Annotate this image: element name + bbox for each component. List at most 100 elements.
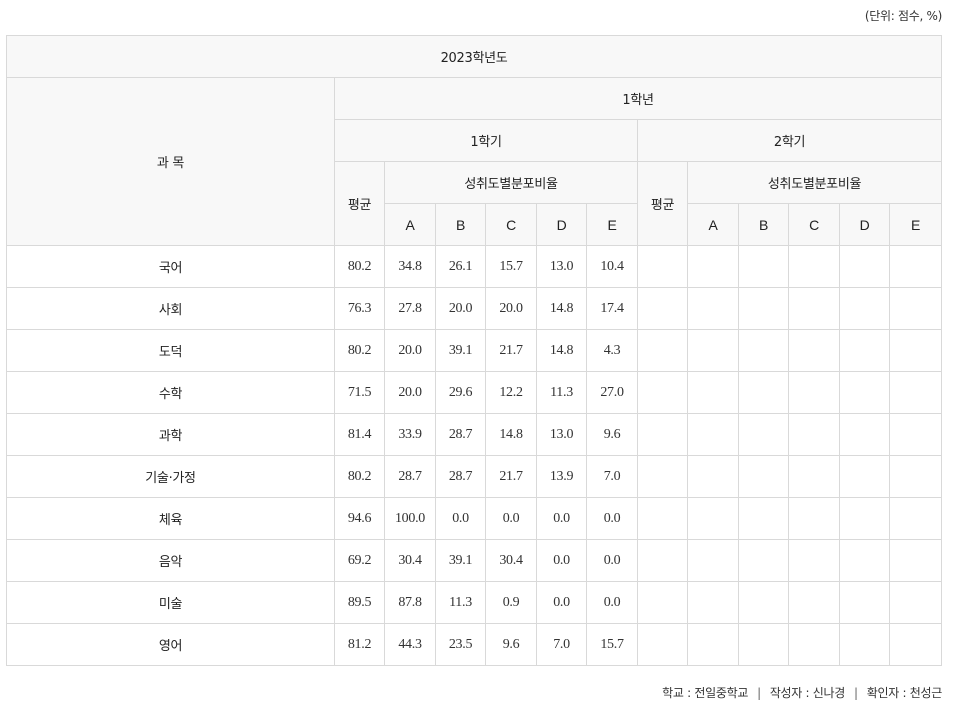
- e-cell: 10.4: [586, 245, 638, 288]
- empty-cell: [687, 245, 739, 288]
- empty-cell: [839, 623, 890, 666]
- empty-cell: [839, 539, 890, 582]
- empty-cell: [788, 539, 840, 582]
- empty-cell: [788, 245, 840, 288]
- table-row: 과학 81.4 33.9 28.7 14.8 13.0 9.6: [6, 413, 943, 456]
- document-footer: 학교 : 전일중학교 | 작성자 : 신나경 | 확인자 : 천성근: [662, 684, 942, 701]
- s1-letter-d: D: [536, 203, 587, 246]
- c-cell: 12.2: [485, 371, 537, 414]
- s2-letter-a: A: [687, 203, 739, 246]
- c-cell: 15.7: [485, 245, 537, 288]
- b-cell: 28.7: [435, 455, 486, 498]
- d-cell: 14.8: [536, 287, 587, 330]
- b-cell: 28.7: [435, 413, 486, 456]
- d-cell: 11.3: [536, 371, 587, 414]
- empty-cell: [888, 371, 943, 414]
- empty-cell: [687, 413, 739, 456]
- a-cell: 87.8: [384, 581, 436, 624]
- empty-cell: [788, 329, 840, 372]
- empty-cell: [788, 497, 840, 540]
- semester2-header: 2학기: [636, 119, 943, 162]
- avg-cell: 71.5: [334, 371, 385, 414]
- avg-cell: 80.2: [334, 329, 385, 372]
- a-cell: 30.4: [384, 539, 436, 582]
- c-cell: 0.9: [485, 581, 537, 624]
- e-cell: 0.0: [586, 539, 638, 582]
- achievement-table: 2023학년도 과 목 1학년 1학기 2학기 평균 성취도별분포비율 평균 성…: [5, 35, 943, 666]
- semester1-average-header: 평균: [334, 161, 385, 246]
- empty-cell: [687, 329, 739, 372]
- s2-letter-e: E: [888, 203, 943, 246]
- s1-letter-c: C: [485, 203, 537, 246]
- subject-cell: 음악: [6, 539, 335, 582]
- empty-cell: [788, 455, 840, 498]
- empty-cell: [637, 371, 688, 414]
- c-cell: 0.0: [485, 497, 537, 540]
- avg-cell: 94.6: [334, 497, 385, 540]
- empty-cell: [738, 245, 789, 288]
- empty-cell: [738, 329, 789, 372]
- table-row: 사회 76.3 27.8 20.0 20.0 14.8 17.4: [6, 287, 943, 330]
- empty-cell: [637, 455, 688, 498]
- c-cell: 30.4: [485, 539, 537, 582]
- subject-cell: 사회: [6, 287, 335, 330]
- b-cell: 23.5: [435, 623, 486, 666]
- empty-cell: [888, 329, 943, 372]
- semester1-distribution-header: 성취도별분포비율: [384, 161, 638, 204]
- table-row: 수학 71.5 20.0 29.6 12.2 11.3 27.0: [6, 371, 943, 414]
- s1-letter-e: E: [586, 203, 638, 246]
- footer-separator: |: [757, 686, 761, 700]
- avg-cell: 89.5: [334, 581, 385, 624]
- semester2-average-header: 평균: [637, 161, 688, 246]
- empty-cell: [839, 287, 890, 330]
- empty-cell: [637, 623, 688, 666]
- d-cell: 7.0: [536, 623, 587, 666]
- empty-cell: [738, 413, 789, 456]
- empty-cell: [738, 497, 789, 540]
- d-cell: 13.0: [536, 413, 587, 456]
- empty-cell: [788, 623, 840, 666]
- empty-cell: [687, 287, 739, 330]
- a-cell: 20.0: [384, 329, 436, 372]
- empty-cell: [839, 413, 890, 456]
- d-cell: 0.0: [536, 539, 587, 582]
- empty-cell: [738, 539, 789, 582]
- empty-cell: [839, 581, 890, 624]
- subject-cell: 수학: [6, 371, 335, 414]
- e-cell: 9.6: [586, 413, 638, 456]
- empty-cell: [637, 497, 688, 540]
- empty-cell: [687, 581, 739, 624]
- empty-cell: [888, 287, 943, 330]
- empty-cell: [839, 497, 890, 540]
- a-cell: 20.0: [384, 371, 436, 414]
- a-cell: 33.9: [384, 413, 436, 456]
- c-cell: 21.7: [485, 329, 537, 372]
- a-cell: 27.8: [384, 287, 436, 330]
- b-cell: 20.0: [435, 287, 486, 330]
- b-cell: 39.1: [435, 329, 486, 372]
- confirmer-name: 확인자 : 천성근: [866, 686, 943, 700]
- subject-cell: 영어: [6, 623, 335, 666]
- empty-cell: [788, 371, 840, 414]
- empty-cell: [738, 581, 789, 624]
- e-cell: 7.0: [586, 455, 638, 498]
- table-row: 미술 89.5 87.8 11.3 0.9 0.0 0.0: [6, 581, 943, 624]
- e-cell: 15.7: [586, 623, 638, 666]
- e-cell: 0.0: [586, 497, 638, 540]
- subject-header: 과 목: [6, 77, 335, 246]
- avg-cell: 76.3: [334, 287, 385, 330]
- table-row: 기술·가정 80.2 28.7 28.7 21.7 13.9 7.0: [6, 455, 943, 498]
- b-cell: 39.1: [435, 539, 486, 582]
- c-cell: 21.7: [485, 455, 537, 498]
- b-cell: 29.6: [435, 371, 486, 414]
- table-row: 음악 69.2 30.4 39.1 30.4 0.0 0.0: [6, 539, 943, 582]
- e-cell: 17.4: [586, 287, 638, 330]
- empty-cell: [637, 245, 688, 288]
- empty-cell: [839, 455, 890, 498]
- b-cell: 26.1: [435, 245, 486, 288]
- d-cell: 0.0: [536, 581, 587, 624]
- empty-cell: [839, 371, 890, 414]
- unit-note: (단위: 점수, %): [864, 9, 942, 23]
- s2-letter-d: D: [839, 203, 890, 246]
- a-cell: 34.8: [384, 245, 436, 288]
